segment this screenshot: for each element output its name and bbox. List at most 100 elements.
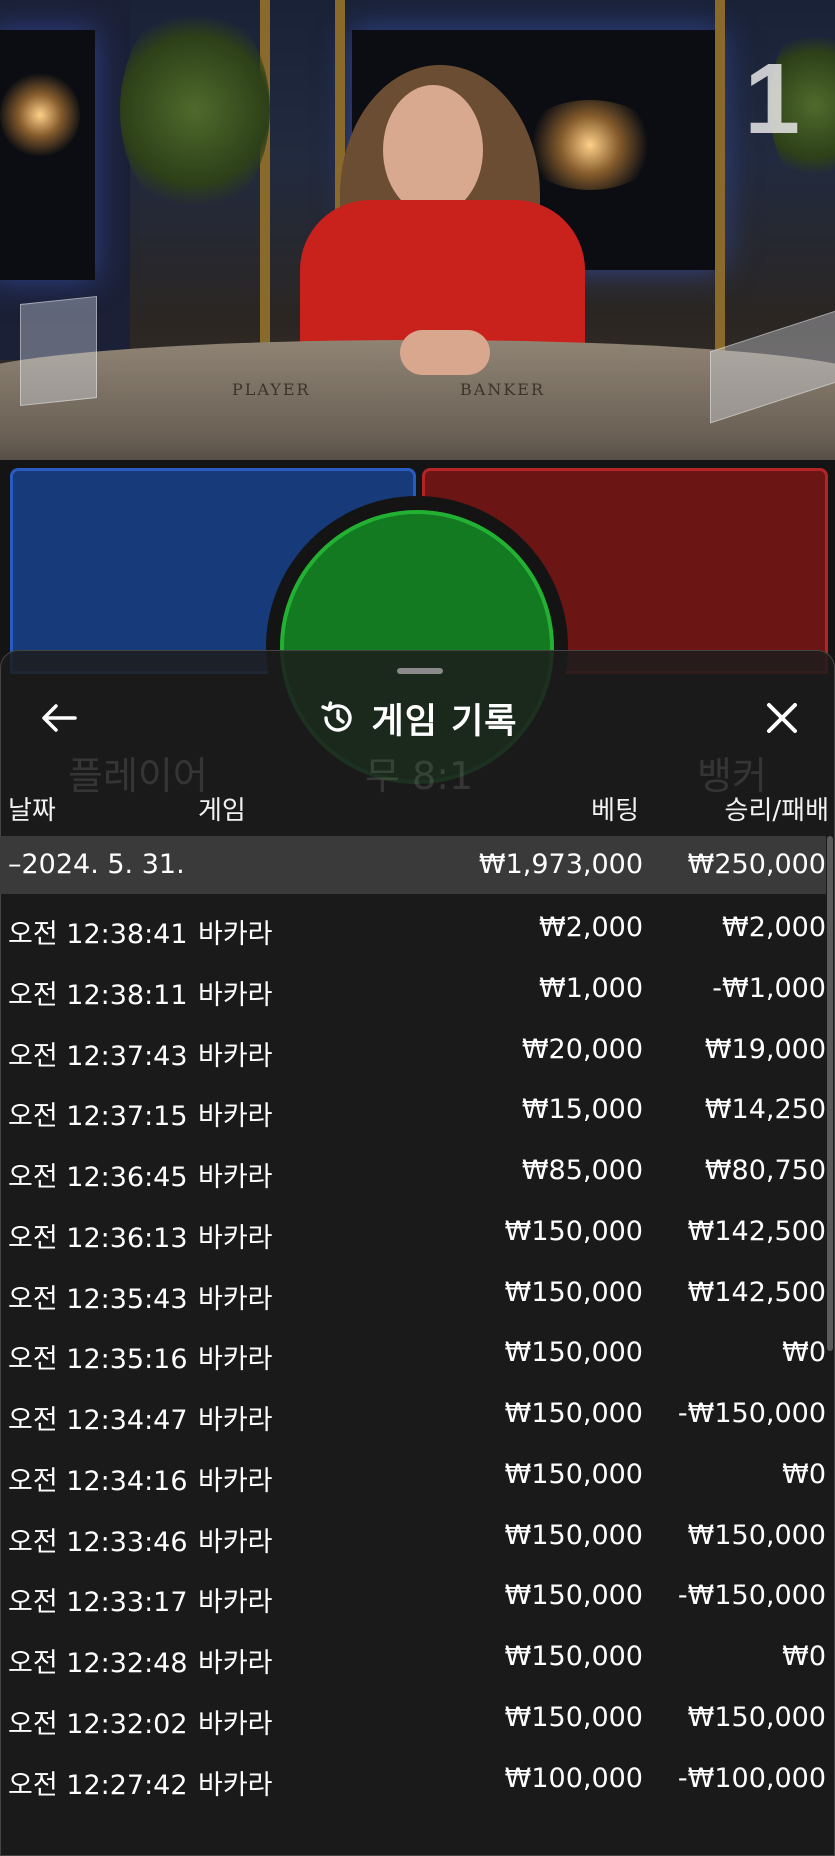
row-game: 바카라 — [198, 1344, 273, 1376]
date-group-total-bet: ₩1,973,000 — [478, 849, 643, 880]
row-game: 바카라 — [198, 919, 273, 950]
row-game: 바카라 — [198, 1101, 273, 1133]
row-game: 바카라 — [198, 1587, 273, 1619]
history-row[interactable]: 오전 12:32:48 바카라 ₩150,000 ₩0 — [0, 1627, 826, 1688]
row-game: 바카라 — [198, 1769, 273, 1801]
row-time: 오전 12:36:13 — [8, 1222, 188, 1254]
history-row[interactable]: 오전 12:32:02 바카라 ₩150,000 ₩150,000 — [0, 1688, 826, 1749]
row-result: ₩0 — [782, 1458, 826, 1490]
row-bet: ₩150,000 — [504, 1701, 643, 1733]
column-game: 게임 — [198, 796, 246, 826]
row-result: ₩14,250 — [704, 1094, 826, 1126]
history-row[interactable]: 오전 12:35:16 바카라 ₩150,000 ₩0 — [0, 1323, 826, 1384]
round-number: 1 — [744, 43, 800, 155]
row-result: -₩150,000 — [677, 1580, 826, 1612]
row-time: 오전 12:32:02 — [8, 1708, 188, 1740]
history-scrollbar[interactable] — [827, 836, 833, 1351]
row-result: -₩150,000 — [677, 1398, 826, 1429]
row-time: 오전 12:34:47 — [8, 1405, 188, 1436]
row-result: ₩150,000 — [687, 1519, 826, 1551]
row-game: 바카라 — [198, 1405, 273, 1436]
history-row[interactable]: 오전 12:33:46 바카라 ₩150,000 ₩150,000 — [0, 1506, 826, 1567]
sheet-drag-handle[interactable] — [397, 668, 443, 674]
history-row[interactable]: 오전 12:36:13 바카라 ₩150,000 ₩142,500 — [0, 1202, 826, 1263]
row-bet: ₩150,000 — [504, 1398, 643, 1429]
discard-tray — [20, 295, 97, 407]
table-label-banker: BANKER — [460, 380, 545, 399]
row-bet: ₩150,000 — [504, 1276, 643, 1308]
history-row[interactable]: 오전 12:37:15 바카라 ₩15,000 ₩14,250 — [0, 1080, 826, 1141]
history-icon — [320, 701, 352, 732]
dealer-face — [383, 85, 483, 215]
history-row[interactable]: 오전 12:38:11 바카라 ₩1,000 -₩1,000 — [0, 959, 826, 1020]
history-row[interactable]: 오전 12:27:42 바카라 ₩100,000 -₩100,000 — [0, 1749, 826, 1810]
row-game: 바카라 — [198, 1162, 273, 1193]
row-game: 바카라 — [198, 1708, 273, 1740]
row-bet: ₩150,000 — [504, 1215, 643, 1247]
row-result: -₩100,000 — [677, 1762, 826, 1794]
row-result: ₩0 — [782, 1641, 826, 1672]
row-time: 오전 12:33:46 — [8, 1526, 188, 1558]
close-button[interactable] — [757, 690, 807, 746]
row-result: ₩150,000 — [687, 1701, 826, 1733]
dealer-hands — [400, 330, 490, 375]
history-row[interactable]: 오전 12:37:43 바카라 ₩20,000 ₩19,000 — [0, 1020, 826, 1081]
row-result: ₩142,500 — [687, 1215, 826, 1247]
row-time: 오전 12:33:17 — [8, 1587, 188, 1619]
row-result: ₩0 — [782, 1337, 826, 1369]
row-time: 오전 12:38:11 — [8, 979, 188, 1011]
row-bet: ₩150,000 — [504, 1458, 643, 1490]
row-bet: ₩2,000 — [539, 912, 643, 943]
row-time: 오전 12:34:16 — [8, 1465, 188, 1497]
row-result: -₩1,000 — [712, 972, 826, 1004]
row-game: 바카라 — [198, 1526, 273, 1558]
row-bet: ₩150,000 — [504, 1580, 643, 1612]
row-bet: ₩20,000 — [521, 1033, 643, 1065]
row-bet: ₩1,000 — [539, 972, 643, 1004]
row-game: 바카라 — [198, 1648, 273, 1679]
row-time: 오전 12:37:15 — [8, 1101, 188, 1133]
row-time: 오전 12:35:16 — [8, 1344, 188, 1376]
row-bet: ₩150,000 — [504, 1337, 643, 1369]
row-result: ₩2,000 — [722, 912, 826, 943]
row-game: 바카라 — [198, 1040, 273, 1072]
row-result: ₩19,000 — [704, 1033, 826, 1065]
plant-left — [120, 0, 270, 220]
close-icon — [767, 703, 797, 733]
row-bet: ₩150,000 — [504, 1519, 643, 1551]
column-headers: 날짜 게임 베팅 승리/패배 — [0, 782, 835, 828]
column-win-loss: 승리/패배 — [724, 796, 829, 826]
row-time: 오전 12:32:48 — [8, 1648, 188, 1679]
history-list: 오전 12:38:41 바카라 ₩2,000 ₩2,000 오전 12:38:11 바카… — [0, 898, 826, 1809]
row-game: 바카라 — [198, 979, 273, 1011]
row-game: 바카라 — [198, 1222, 273, 1254]
date-group-row[interactable]: –2024. 5. 31. ₩1,973,000 ₩250,000 — [0, 836, 826, 894]
date-group-total-win-loss: ₩250,000 — [687, 849, 826, 880]
row-bet: ₩150,000 — [504, 1641, 643, 1672]
history-row[interactable]: 오전 12:34:47 바카라 ₩150,000 -₩150,000 — [0, 1384, 826, 1445]
row-bet: ₩100,000 — [504, 1762, 643, 1794]
history-row[interactable]: 오전 12:38:41 바카라 ₩2,000 ₩2,000 — [0, 898, 826, 959]
row-game: 바카라 — [198, 1283, 273, 1315]
row-bet: ₩15,000 — [521, 1094, 643, 1126]
sheet-title: 게임 기록 — [371, 701, 518, 742]
column-bet: 베팅 — [591, 796, 639, 826]
row-time: 오전 12:27:42 — [8, 1769, 188, 1801]
row-game: 바카라 — [198, 1465, 273, 1497]
row-time: 오전 12:36:45 — [8, 1162, 188, 1193]
row-time: 오전 12:38:41 — [8, 919, 188, 950]
row-bet: ₩85,000 — [521, 1155, 643, 1186]
history-row[interactable]: 오전 12:35:43 바카라 ₩150,000 ₩142,500 — [0, 1263, 826, 1324]
history-row[interactable]: 오전 12:36:45 바카라 ₩85,000 ₩80,750 — [0, 1141, 826, 1202]
live-dealer-video: PLAYER BANKER 1 — [0, 0, 835, 460]
row-time: 오전 12:37:43 — [8, 1040, 188, 1072]
table-label-player: PLAYER — [232, 380, 311, 399]
sheet-header: 게임 기록 — [0, 690, 835, 746]
date-group-date: –2024. 5. 31. — [8, 849, 185, 880]
row-result: ₩80,750 — [704, 1155, 826, 1186]
row-result: ₩142,500 — [687, 1276, 826, 1308]
history-row[interactable]: 오전 12:34:16 바카라 ₩150,000 ₩0 — [0, 1445, 826, 1506]
column-date: 날짜 — [8, 796, 56, 826]
history-row[interactable]: 오전 12:33:17 바카라 ₩150,000 -₩150,000 — [0, 1566, 826, 1627]
row-time: 오전 12:35:43 — [8, 1283, 188, 1315]
